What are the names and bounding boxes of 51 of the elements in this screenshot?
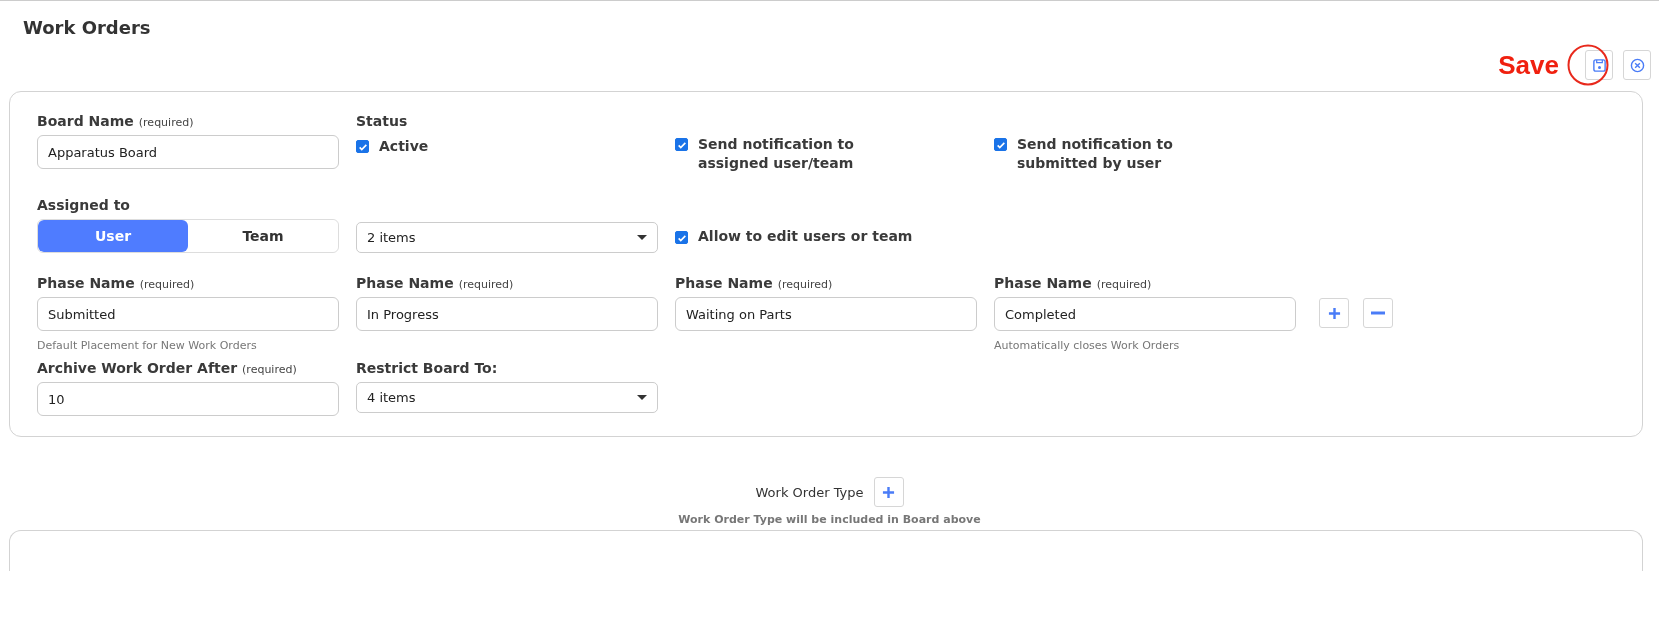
required-note: (required) — [458, 278, 514, 291]
dropdown[interactable]: 2 items — [356, 222, 658, 253]
save-icon — [1591, 57, 1607, 73]
field-label: Phase Name — [37, 275, 135, 291]
annotation-circle — [1567, 44, 1609, 86]
page-title: Work Orders — [22, 16, 152, 40]
field-label: Archive Work Order After — [37, 360, 238, 376]
section-label: Work Order Type — [755, 484, 864, 500]
checkbox-label: Active — [379, 137, 429, 156]
segment-option[interactable]: User — [38, 220, 188, 252]
checkbox-label: Allow to edit users or team — [698, 226, 913, 246]
field-hint: Default Placement for New Work Orders — [37, 339, 258, 352]
checkbox[interactable] — [356, 140, 369, 153]
checkbox-label: Send notification to assigned user/team — [698, 135, 855, 173]
required-note: (required) — [777, 278, 833, 291]
phase-name-field[interactable]: In Progress — [356, 297, 658, 331]
plus-icon — [1327, 306, 1341, 320]
add-button[interactable] — [1319, 298, 1349, 328]
caret-icon — [637, 235, 647, 240]
phase-name-field[interactable]: Completed — [994, 297, 1296, 331]
dropdown[interactable]: 4 items — [356, 382, 658, 413]
field-label: Board Name — [37, 113, 134, 129]
caret-icon — [637, 395, 647, 400]
board-name-field[interactable]: Apparatus Board — [37, 135, 339, 169]
checkbox[interactable] — [675, 231, 688, 244]
annotation-text: Save — [1498, 49, 1559, 81]
field-label: Status — [356, 113, 408, 129]
field-label: Restrict Board To: — [356, 360, 498, 376]
save-button[interactable] — [1585, 50, 1613, 80]
field-label: Phase Name — [356, 275, 454, 291]
remove-button[interactable] — [1363, 298, 1393, 328]
required-note: (required) — [242, 363, 297, 376]
required-note: (required) — [138, 116, 194, 129]
section-hint: Work Order Type will be included in Board above — [678, 513, 981, 526]
phase-name-field[interactable]: Submitted — [37, 297, 339, 331]
required-note: (required) — [1096, 278, 1152, 291]
field-label: Assigned to — [37, 197, 130, 213]
checkbox[interactable] — [994, 138, 1007, 151]
add-button[interactable] — [873, 477, 904, 507]
checkbox[interactable] — [675, 138, 688, 151]
plus-icon — [882, 485, 895, 499]
required-note: (required) — [139, 278, 195, 291]
field-label: Phase Name — [675, 275, 773, 291]
minus-icon — [1371, 311, 1385, 315]
close-icon — [1629, 57, 1645, 73]
archive-after-field[interactable]: 10 — [37, 382, 339, 416]
field-label: Phase Name — [994, 275, 1092, 291]
checkbox-label: Send notification to submitted by user — [1017, 135, 1174, 173]
field-hint: Automatically closes Work Orders — [994, 339, 1181, 352]
close-button[interactable] — [1623, 50, 1651, 80]
phase-name-field[interactable]: Waiting on Parts — [675, 297, 977, 331]
